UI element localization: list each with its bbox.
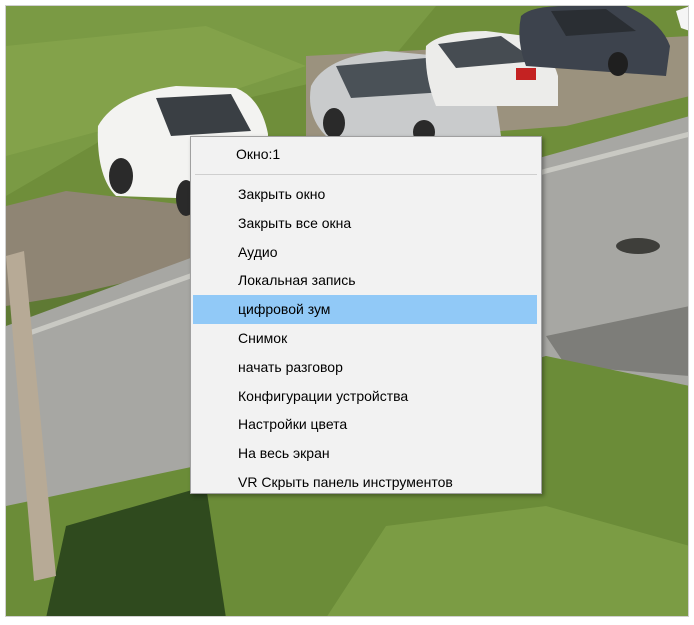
menu-item-color-settings[interactable]: Настройки цвета: [193, 410, 537, 439]
menu-item-hide-toolbar[interactable]: VR Скрыть панель инструментов: [193, 468, 537, 497]
menu-item-snapshot[interactable]: Снимок: [193, 324, 537, 353]
menu-item-fullscreen[interactable]: На весь экран: [193, 439, 537, 468]
menu-item-digital-zoom[interactable]: цифровой зум: [193, 295, 537, 324]
menu-window-label: Окно:1: [236, 146, 281, 162]
menu-item-device-config[interactable]: Конфигурации устройства: [193, 382, 537, 411]
menu-separator: [195, 174, 537, 175]
menu-item-audio[interactable]: Аудио: [193, 238, 537, 267]
menu-item-start-talk[interactable]: начать разговор: [193, 353, 537, 382]
menu-item-close-window[interactable]: Закрыть окно: [193, 180, 537, 209]
menu-item-close-all-windows[interactable]: Закрыть все окна: [193, 209, 537, 238]
menu-item-local-record[interactable]: Локальная запись: [193, 266, 537, 295]
context-menu: Окно:1 Закрыть окно Закрыть все окна Ауд…: [190, 136, 542, 494]
